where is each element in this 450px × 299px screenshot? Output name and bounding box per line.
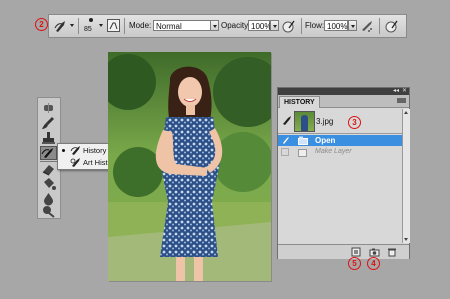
history-state-make-layer[interactable]: Make Layer: [278, 147, 402, 158]
tablet-size-icon[interactable]: [385, 19, 399, 33]
marker-2: 2: [35, 18, 48, 31]
tool-options-bar: 85 Mode: Normal Opacity: 100% Flow: 100%: [48, 14, 407, 38]
marker-3: 3: [348, 116, 361, 129]
preset-dropdown-arrow[interactable]: [70, 24, 74, 27]
delete-state-icon[interactable]: [387, 247, 397, 257]
close-panel-icon[interactable]: ✕: [402, 88, 407, 95]
history-panel-footer: [278, 244, 409, 259]
history-panel: ◂◂ ✕ HISTORY 3.jpg 3 Open Make Layer: [277, 87, 410, 259]
selected-bullet-icon: [62, 149, 65, 152]
state-label: Open: [315, 136, 336, 145]
source-marker-icon[interactable]: [281, 136, 291, 145]
history-scrollbar[interactable]: [402, 109, 410, 243]
snapshot-row[interactable]: 3.jpg: [278, 109, 402, 134]
airbrush-icon[interactable]: [360, 19, 374, 33]
state-label: Make Layer: [315, 148, 352, 155]
mode-select[interactable]: Normal: [153, 20, 211, 31]
source-marker-empty[interactable]: [281, 148, 289, 156]
brush-tool[interactable]: [40, 116, 57, 130]
paint-bucket-tool[interactable]: [40, 177, 57, 191]
clone-stamp-tool[interactable]: [40, 131, 57, 145]
history-brush-icon: [70, 146, 80, 155]
opacity-label: Opacity:: [221, 21, 251, 30]
spot-healing-tool[interactable]: [40, 101, 57, 115]
panel-title-bar[interactable]: ◂◂ ✕: [278, 88, 409, 95]
new-snapshot-icon[interactable]: [369, 247, 380, 257]
mode-select-arrow[interactable]: [210, 20, 219, 31]
marker-4: 4: [367, 257, 380, 270]
flow-slider-arrow[interactable]: [348, 20, 357, 31]
eraser-tool[interactable]: [40, 162, 57, 176]
brush-size-label[interactable]: 85: [84, 26, 92, 33]
art-history-brush-icon: [70, 158, 80, 167]
scroll-up-arrow[interactable]: [404, 111, 408, 114]
history-brush-preset-icon[interactable]: [53, 18, 69, 34]
collapse-panel-icon[interactable]: ◂◂: [393, 88, 399, 95]
snapshot-name: 3.jpg: [316, 117, 334, 126]
make-layer-state-icon: [298, 149, 307, 157]
tab-history[interactable]: HISTORY: [279, 96, 320, 108]
new-document-from-state-icon[interactable]: [351, 247, 361, 257]
flow-input[interactable]: 100%: [324, 20, 348, 31]
mode-label: Mode:: [129, 21, 152, 30]
scroll-down-arrow[interactable]: [404, 238, 408, 241]
tablet-opacity-icon[interactable]: [282, 19, 296, 33]
snapshot-thumbnail: [294, 111, 315, 132]
history-brush-tool[interactable]: [40, 146, 57, 160]
brush-tip-preview[interactable]: [89, 18, 93, 22]
marker-5: 5: [348, 257, 361, 270]
brush-picker-arrow[interactable]: [99, 24, 103, 27]
opacity-input[interactable]: 100%: [248, 20, 271, 31]
dodge-tool[interactable]: [40, 204, 57, 218]
panel-menu-icon[interactable]: [397, 98, 406, 103]
document-photo: [108, 52, 271, 281]
history-state-open[interactable]: Open: [278, 135, 402, 146]
toggle-brush-panel-icon[interactable]: [107, 19, 120, 32]
open-state-icon: [298, 136, 308, 145]
panel-tab-strip: HISTORY: [278, 95, 409, 108]
opacity-slider-arrow[interactable]: [270, 20, 279, 31]
flow-label: Flow:: [305, 21, 325, 30]
history-source-brush-icon[interactable]: [281, 115, 292, 126]
